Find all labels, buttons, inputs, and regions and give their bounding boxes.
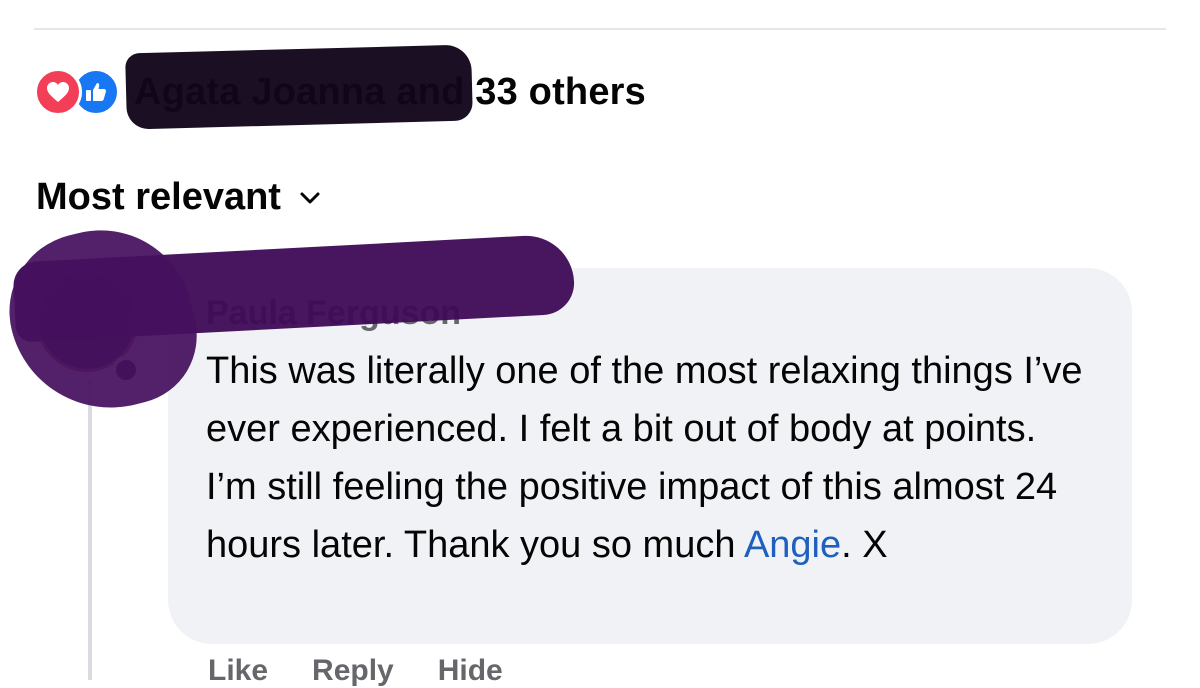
reactions-summary[interactable]: Agata Joanna and 33 others [34, 43, 646, 130]
top-divider [34, 28, 1166, 30]
heart-icon [34, 68, 82, 116]
like-button[interactable]: Like [208, 654, 268, 688]
reply-thread-line [88, 380, 92, 680]
comment-text: This was literally one of the most relax… [206, 342, 1096, 574]
reaction-names-text[interactable]: Agata Joanna and 33 others [125, 43, 646, 130]
comment-actions: Like Reply Hide [208, 654, 503, 688]
sort-dropdown[interactable]: Most relevant [36, 176, 321, 219]
reply-button[interactable]: Reply [312, 654, 394, 688]
comment-text-part2: . X [841, 524, 888, 566]
redaction-mark [125, 43, 473, 130]
mention-link[interactable]: Angie [744, 524, 841, 566]
chevron-down-icon [300, 192, 320, 203]
comment-text-part1: This was literally one of the most relax… [206, 350, 1083, 566]
hide-button[interactable]: Hide [438, 654, 503, 688]
sort-label: Most relevant [36, 176, 281, 218]
